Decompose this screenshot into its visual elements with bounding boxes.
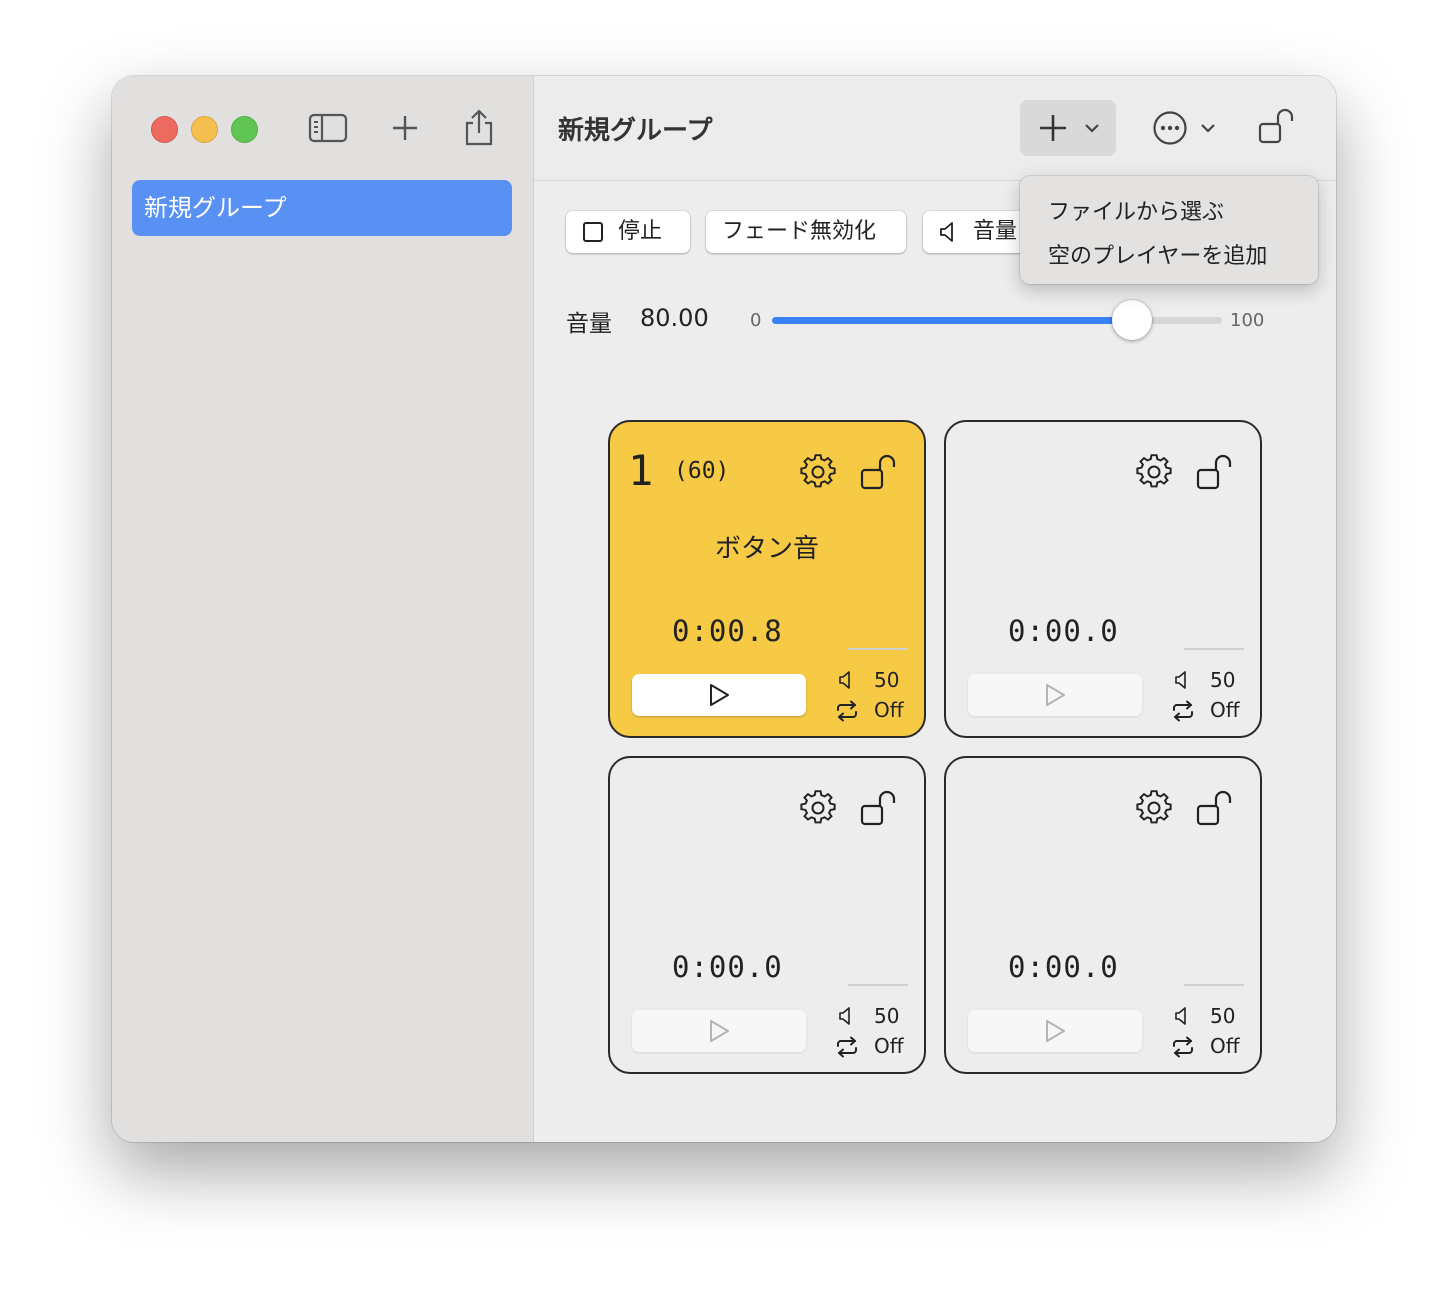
play-icon	[710, 684, 729, 706]
stop-label: 停止	[618, 219, 663, 244]
play-icon	[1046, 684, 1065, 706]
unlock-icon	[1258, 108, 1294, 144]
add-menu-button[interactable]	[1020, 100, 1116, 156]
pad-play-count: (60)	[674, 458, 730, 484]
player-pad-1[interactable]: 1 (60) ボタン音 0:00.8 50 Off	[608, 420, 926, 738]
maximize-window-button[interactable]	[231, 116, 258, 143]
app-window: 新規グループ 新規グループ ファイルから選ぶ 空のプレイヤーを追加 停止 フェー…	[112, 76, 1336, 1142]
ellipsis-circle-icon	[1153, 111, 1187, 145]
slider-max-label: 100	[1230, 310, 1265, 331]
sidebar-icon	[308, 113, 348, 143]
pad-loop-icon	[1170, 700, 1196, 726]
volume-chip-label: 音量	[973, 219, 1018, 244]
pad-lock-button[interactable]	[1196, 454, 1234, 494]
plus-icon	[393, 116, 417, 140]
volume-slider-knob[interactable]	[1112, 300, 1152, 340]
pad-lock-button[interactable]	[1196, 790, 1234, 830]
pad-volume: 50	[874, 668, 900, 692]
pad-settings-button[interactable]	[1136, 790, 1172, 830]
pad-number: 1	[628, 446, 654, 495]
pad-play-button[interactable]	[632, 674, 806, 716]
pad-loop-status: Off	[874, 1034, 904, 1058]
chevron-down-icon	[1201, 124, 1215, 133]
pad-play-button[interactable]	[632, 1010, 806, 1052]
play-icon	[1046, 1020, 1065, 1042]
pad-lock-button[interactable]	[860, 790, 898, 830]
unlock-icon	[1196, 454, 1232, 490]
volume-slider[interactable]	[772, 300, 1222, 340]
unlock-icon	[860, 790, 896, 826]
add-dropdown-menu: ファイルから選ぶ 空のプレイヤーを追加	[1020, 176, 1318, 284]
lock-button[interactable]	[1254, 100, 1306, 156]
play-icon	[710, 1020, 729, 1042]
stop-square-icon	[583, 222, 603, 242]
unlock-icon	[1196, 790, 1232, 826]
pad-settings-button[interactable]	[1136, 454, 1172, 494]
stop-button[interactable]: 停止	[566, 211, 690, 253]
pad-loop-icon	[834, 1036, 860, 1062]
share-button[interactable]	[457, 108, 501, 148]
pad-play-button[interactable]	[968, 1010, 1142, 1052]
pad-volume: 50	[874, 1004, 900, 1028]
volume-value: 80.00	[640, 304, 709, 332]
slider-min-label: 0	[750, 310, 762, 331]
more-options-button[interactable]	[1142, 100, 1238, 156]
pad-loop-status: Off	[1210, 698, 1240, 722]
main-content: 新規グループ ファイルから選ぶ 空のプレイヤーを追加 停止 フェード無効化 音量…	[534, 76, 1336, 1142]
gear-icon	[1136, 454, 1172, 488]
pad-settings-button[interactable]	[800, 790, 836, 830]
pad-play-button[interactable]	[968, 674, 1142, 716]
disable-fade-label: フェード無効化	[722, 219, 877, 244]
pad-elapsed-time: 0:00.0	[1008, 614, 1119, 648]
toggle-sidebar-button[interactable]	[306, 108, 350, 148]
pad-elapsed-time: 0:00.0	[672, 950, 783, 984]
player-pad-4[interactable]: 0:00.0 50 Off	[944, 756, 1262, 1074]
pad-elapsed-time: 0:00.0	[1008, 950, 1119, 984]
player-pad-3[interactable]: 0:00.0 50 Off	[608, 756, 926, 1074]
add-group-button[interactable]	[383, 108, 427, 148]
chevron-down-icon	[1085, 124, 1099, 133]
pad-volume: 50	[1210, 1004, 1236, 1028]
pad-speaker-icon	[838, 670, 856, 694]
pad-loop-status: Off	[1210, 1034, 1240, 1058]
plus-icon	[1040, 115, 1066, 141]
disable-fade-button[interactable]: フェード無効化	[706, 211, 906, 253]
pad-volume: 50	[1210, 668, 1236, 692]
pad-level-divider	[848, 648, 908, 650]
gear-icon	[800, 454, 836, 488]
pad-speaker-icon	[1174, 670, 1192, 694]
share-icon	[465, 109, 493, 146]
unlock-icon	[860, 454, 896, 490]
pad-loop-icon	[1170, 1036, 1196, 1062]
pad-sound-name: ボタン音	[714, 534, 819, 564]
player-pad-2[interactable]: 0:00.0 50 Off	[944, 420, 1262, 738]
sidebar: 新規グループ	[112, 76, 534, 1142]
menu-item-add-empty-player[interactable]: 空のプレイヤーを追加	[1048, 238, 1267, 270]
pad-level-divider	[848, 984, 908, 986]
gear-icon	[1136, 790, 1172, 824]
minimize-window-button[interactable]	[191, 116, 218, 143]
toolbar: 新規グループ	[534, 76, 1336, 181]
page-title: 新規グループ	[558, 116, 713, 146]
pad-level-divider	[1184, 648, 1244, 650]
pad-elapsed-time: 0:00.8	[672, 614, 783, 648]
pad-speaker-icon	[838, 1006, 856, 1030]
pad-lock-button[interactable]	[860, 454, 898, 494]
sidebar-item-group[interactable]: 新規グループ	[132, 180, 512, 236]
pad-speaker-icon	[1174, 1006, 1192, 1030]
menu-item-choose-file[interactable]: ファイルから選ぶ	[1048, 194, 1224, 226]
pad-level-divider	[1184, 984, 1244, 986]
pad-loop-status: Off	[874, 698, 904, 722]
pad-settings-button[interactable]	[800, 454, 836, 494]
volume-label: 音量	[566, 311, 612, 337]
gear-icon	[800, 790, 836, 824]
pad-loop-icon	[834, 700, 860, 726]
volume-slider-fill	[772, 317, 1132, 324]
speaker-icon	[940, 222, 953, 242]
close-window-button[interactable]	[151, 116, 178, 143]
